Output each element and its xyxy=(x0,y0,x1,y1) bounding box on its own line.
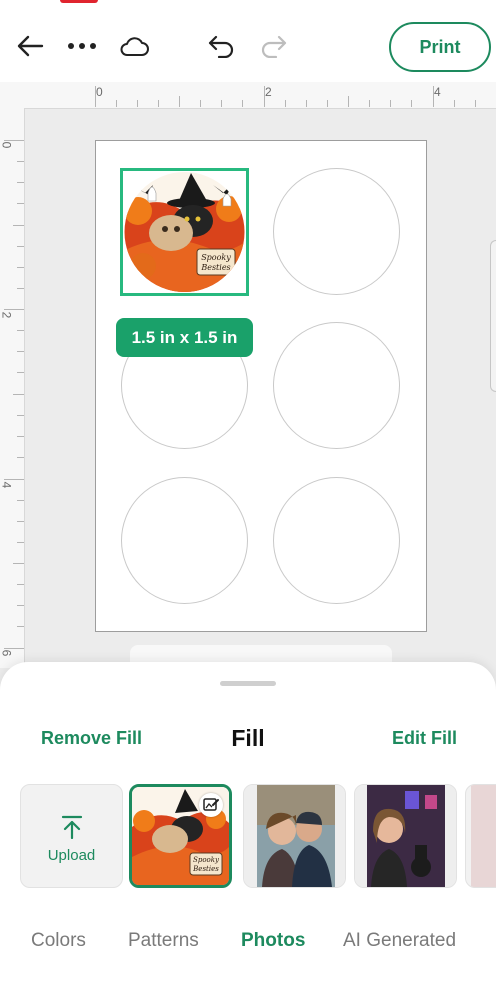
ruler-tick xyxy=(17,500,24,501)
ruler-tick xyxy=(17,415,24,416)
ruler-tick xyxy=(17,182,24,183)
redo-icon[interactable] xyxy=(260,34,288,58)
ruler-tick xyxy=(17,605,24,606)
tab-patterns[interactable]: Patterns xyxy=(128,930,199,952)
ruler-left: 0 2 4 6 xyxy=(0,108,25,668)
ruler-tick xyxy=(264,86,265,107)
ruler-tick xyxy=(390,100,391,107)
spooky-besties-sticker-image[interactable]: Spooky Besties xyxy=(123,171,246,293)
ruler-corner xyxy=(0,82,24,108)
ruler-tick xyxy=(17,542,24,543)
ruler-tick xyxy=(17,457,24,458)
back-arrow-icon[interactable] xyxy=(16,33,44,59)
top-toolbar: Print xyxy=(0,0,496,82)
ruler-tick xyxy=(116,100,117,107)
edit-image-badge[interactable] xyxy=(199,793,223,817)
ruler-tick xyxy=(348,96,349,107)
selected-sticker[interactable]: Spooky Besties xyxy=(120,168,249,296)
ruler-tick xyxy=(475,100,476,107)
ruler-left-label: 4 xyxy=(0,481,14,489)
ruler-tick xyxy=(17,521,24,522)
ruler-tick xyxy=(17,203,24,204)
side-panel-handle[interactable] xyxy=(490,240,496,392)
sticker-text-line1: Spooky xyxy=(201,253,231,262)
ruler-top: 0 2 4 xyxy=(24,82,496,109)
upload-button[interactable]: Upload xyxy=(20,784,123,888)
ruler-left-label: 6 xyxy=(0,649,14,657)
more-dots-icon[interactable] xyxy=(67,42,97,50)
sticker-text-line2: Besties xyxy=(200,263,230,272)
couple-photo-image xyxy=(244,785,345,887)
ruler-tick xyxy=(17,246,24,247)
ruler-top-label: 0 xyxy=(96,85,103,99)
selfie-photo-image xyxy=(355,785,456,887)
tab-ai-generated[interactable]: AI Generated xyxy=(343,930,456,952)
ruler-tick xyxy=(13,225,24,226)
ruler-tick xyxy=(4,140,24,141)
selection-size-badge: 1.5 in x 1.5 in xyxy=(116,318,253,357)
ruler-tick xyxy=(4,479,24,480)
sheet-drag-handle[interactable] xyxy=(220,681,276,686)
ruler-tick xyxy=(454,100,455,107)
empty-sticker-slot[interactable] xyxy=(273,168,400,295)
cloud-icon[interactable] xyxy=(119,35,149,57)
photo-thumbnail[interactable] xyxy=(354,784,457,888)
ruler-tick xyxy=(433,86,434,107)
ruler-tick xyxy=(13,563,24,564)
print-button[interactable]: Print xyxy=(389,22,491,72)
ruler-tick xyxy=(17,584,24,585)
ruler-tick xyxy=(179,96,180,107)
ruler-tick xyxy=(17,436,24,437)
ruler-tick xyxy=(285,100,286,107)
edit-image-icon xyxy=(203,798,219,811)
ruler-tick xyxy=(327,100,328,107)
photo-thumbnail-selected[interactable]: Spooky Besties xyxy=(129,784,232,888)
undo-icon[interactable] xyxy=(207,34,235,58)
ruler-tick xyxy=(306,100,307,107)
ruler-tick xyxy=(17,288,24,289)
ruler-tick xyxy=(13,394,24,395)
ruler-tick xyxy=(137,100,138,107)
ruler-tick xyxy=(369,100,370,107)
partial-photo-image xyxy=(471,785,496,887)
empty-sticker-slot[interactable] xyxy=(121,477,248,604)
fill-bottom-sheet: Remove Fill Fill Edit Fill Upload Spooky… xyxy=(0,662,496,986)
tab-photos[interactable]: Photos xyxy=(241,930,305,952)
ruler-tick xyxy=(4,309,24,310)
ruler-tick xyxy=(17,161,24,162)
empty-sticker-slot[interactable] xyxy=(273,322,400,449)
ruler-tick xyxy=(17,372,24,373)
ruler-tick xyxy=(17,626,24,627)
upload-label: Upload xyxy=(47,847,96,864)
thumbnail-text-line2: Besties xyxy=(192,865,219,873)
tab-colors[interactable]: Colors xyxy=(31,930,86,952)
photo-thumbnail[interactable] xyxy=(243,784,346,888)
ruler-left-label: 2 xyxy=(0,311,14,319)
ruler-tick xyxy=(17,267,24,268)
edit-fill-button[interactable]: Edit Fill xyxy=(392,728,457,749)
ruler-tick xyxy=(242,100,243,107)
ruler-tick xyxy=(4,648,24,649)
ruler-tick xyxy=(95,86,96,107)
ruler-tick xyxy=(411,100,412,107)
upload-arrow-icon xyxy=(61,815,83,839)
ruler-tick xyxy=(221,100,222,107)
ruler-left-label: 0 xyxy=(0,141,14,149)
empty-sticker-slot[interactable] xyxy=(273,477,400,604)
thumbnail-text-line1: Spooky xyxy=(193,856,220,864)
ruler-top-label: 4 xyxy=(434,85,441,99)
photo-thumbnail-partial[interactable] xyxy=(465,784,496,888)
ruler-tick xyxy=(17,351,24,352)
ruler-tick xyxy=(200,100,201,107)
ruler-top-label: 2 xyxy=(265,85,272,99)
ruler-tick xyxy=(17,330,24,331)
status-indicator xyxy=(60,0,98,3)
ruler-tick xyxy=(158,100,159,107)
